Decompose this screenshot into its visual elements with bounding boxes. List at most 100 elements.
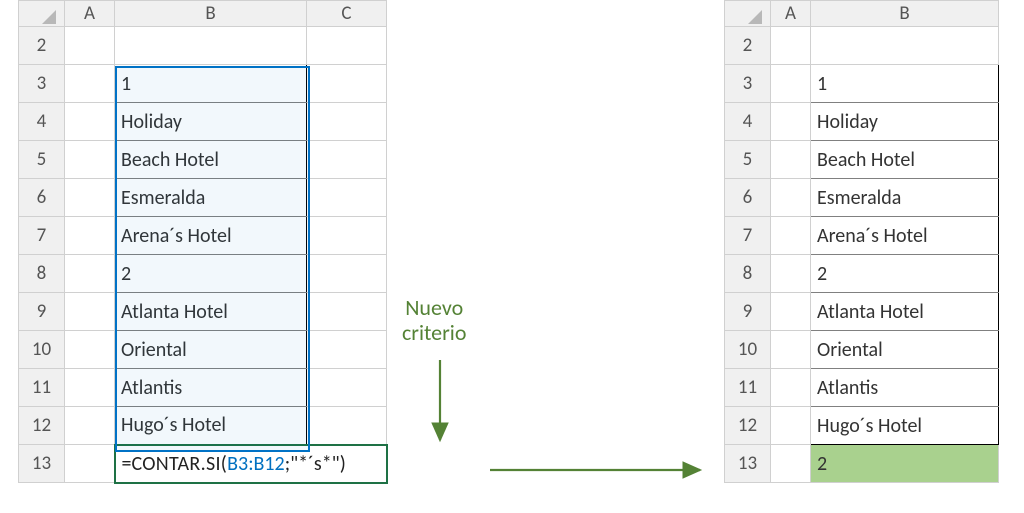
row-header[interactable]: 13	[19, 445, 65, 483]
formula-eq: =	[122, 452, 132, 476]
formula-criterion: "*´s*"	[290, 452, 340, 476]
cell-B4[interactable]: Holiday	[115, 103, 307, 141]
cell-B12[interactable]: Hugo´s Hotel	[115, 407, 307, 445]
cell[interactable]	[771, 407, 811, 445]
cell[interactable]	[65, 65, 115, 103]
row-header[interactable]: 9	[725, 293, 771, 331]
cell[interactable]	[307, 141, 387, 179]
row-header[interactable]: 7	[725, 217, 771, 255]
annotation-label: Nuevo criterio	[402, 295, 466, 346]
cell[interactable]	[307, 293, 387, 331]
cell-B5[interactable]: Beach Hotel	[115, 141, 307, 179]
cell-B11[interactable]: Atlantis	[115, 369, 307, 407]
row-header[interactable]: 8	[19, 255, 65, 293]
cell[interactable]	[307, 217, 387, 255]
cell-B6[interactable]: Esmeralda	[115, 179, 307, 217]
annotation-line2: criterio	[402, 319, 466, 346]
row-header[interactable]: 10	[19, 331, 65, 369]
row-header[interactable]: 13	[725, 445, 771, 483]
row-header[interactable]: 9	[19, 293, 65, 331]
row-header[interactable]: 10	[725, 331, 771, 369]
col-header-B[interactable]: B	[115, 1, 307, 27]
cell[interactable]	[65, 445, 115, 483]
row-header[interactable]: 4	[19, 103, 65, 141]
col-header-C[interactable]: C	[307, 1, 387, 27]
cell-B8[interactable]: 2	[811, 255, 999, 293]
cell-B5[interactable]: Beach Hotel	[811, 141, 999, 179]
row-header[interactable]: 2	[725, 27, 771, 65]
formula-func: CONTAR.SI(	[131, 452, 227, 476]
row-header[interactable]: 6	[725, 179, 771, 217]
row-header[interactable]: 12	[725, 407, 771, 445]
cell-B9[interactable]: Atlanta Hotel	[811, 293, 999, 331]
cell[interactable]	[771, 445, 811, 483]
cell-B8[interactable]: 2	[115, 255, 307, 293]
cell[interactable]	[771, 65, 811, 103]
select-all-corner[interactable]	[725, 1, 771, 27]
row-header[interactable]: 11	[725, 369, 771, 407]
select-all-triangle-icon	[42, 10, 56, 24]
cell[interactable]	[771, 27, 811, 65]
row-header[interactable]: 4	[725, 103, 771, 141]
cell[interactable]	[771, 369, 811, 407]
row-header[interactable]: 5	[19, 141, 65, 179]
row-header[interactable]: 2	[19, 27, 65, 65]
cell[interactable]	[115, 27, 307, 65]
col-header-B[interactable]: B	[811, 1, 999, 27]
col-header-A[interactable]: A	[771, 1, 811, 27]
cell[interactable]	[307, 407, 387, 445]
annotation-line1: Nuevo	[405, 294, 463, 321]
cell[interactable]	[65, 217, 115, 255]
row-header[interactable]: 7	[19, 217, 65, 255]
cell[interactable]	[771, 103, 811, 141]
cell-B12[interactable]: Hugo´s Hotel	[811, 407, 999, 445]
cell[interactable]	[65, 255, 115, 293]
cell[interactable]	[771, 293, 811, 331]
cell-B3[interactable]: 1	[811, 65, 999, 103]
cell[interactable]	[771, 179, 811, 217]
cell[interactable]	[771, 141, 811, 179]
cell[interactable]	[307, 369, 387, 407]
cell[interactable]	[65, 27, 115, 65]
cell[interactable]	[65, 369, 115, 407]
cell[interactable]	[811, 27, 999, 65]
row-header[interactable]: 3	[19, 65, 65, 103]
cell-B3[interactable]: 1	[115, 65, 307, 103]
cell-B6[interactable]: Esmeralda	[811, 179, 999, 217]
cell[interactable]	[307, 255, 387, 293]
cell-B13-result[interactable]: 2	[811, 445, 999, 483]
cell-B10[interactable]: Oriental	[115, 331, 307, 369]
cell[interactable]	[307, 103, 387, 141]
cell[interactable]	[65, 407, 115, 445]
row-header[interactable]: 3	[725, 65, 771, 103]
cell[interactable]	[65, 141, 115, 179]
cell-B4[interactable]: Holiday	[811, 103, 999, 141]
cell[interactable]	[307, 331, 387, 369]
cell-B11[interactable]: Atlantis	[811, 369, 999, 407]
cell-B9[interactable]: Atlanta Hotel	[115, 293, 307, 331]
cell-B7[interactable]: Arena´s Hotel	[115, 217, 307, 255]
row-header[interactable]: 5	[725, 141, 771, 179]
cell[interactable]	[307, 65, 387, 103]
cell[interactable]	[307, 27, 387, 65]
formula-ref: B3:B12	[227, 452, 285, 476]
row-header[interactable]: 11	[19, 369, 65, 407]
cell-B7[interactable]: Arena´s Hotel	[811, 217, 999, 255]
col-header-A[interactable]: A	[65, 1, 115, 27]
select-all-triangle-icon	[748, 10, 762, 24]
row-header[interactable]: 12	[19, 407, 65, 445]
formula-close: )	[340, 452, 346, 476]
cell[interactable]	[65, 179, 115, 217]
cell[interactable]	[771, 217, 811, 255]
cell-B10[interactable]: Oriental	[811, 331, 999, 369]
cell[interactable]	[65, 103, 115, 141]
cell-B13-formula[interactable]: =CONTAR.SI(B3:B12;"*´s*")	[115, 445, 387, 483]
cell[interactable]	[65, 293, 115, 331]
select-all-corner[interactable]	[19, 1, 65, 27]
cell[interactable]	[771, 331, 811, 369]
cell[interactable]	[307, 179, 387, 217]
row-header[interactable]: 6	[19, 179, 65, 217]
cell[interactable]	[771, 255, 811, 293]
cell[interactable]	[65, 331, 115, 369]
row-header[interactable]: 8	[725, 255, 771, 293]
